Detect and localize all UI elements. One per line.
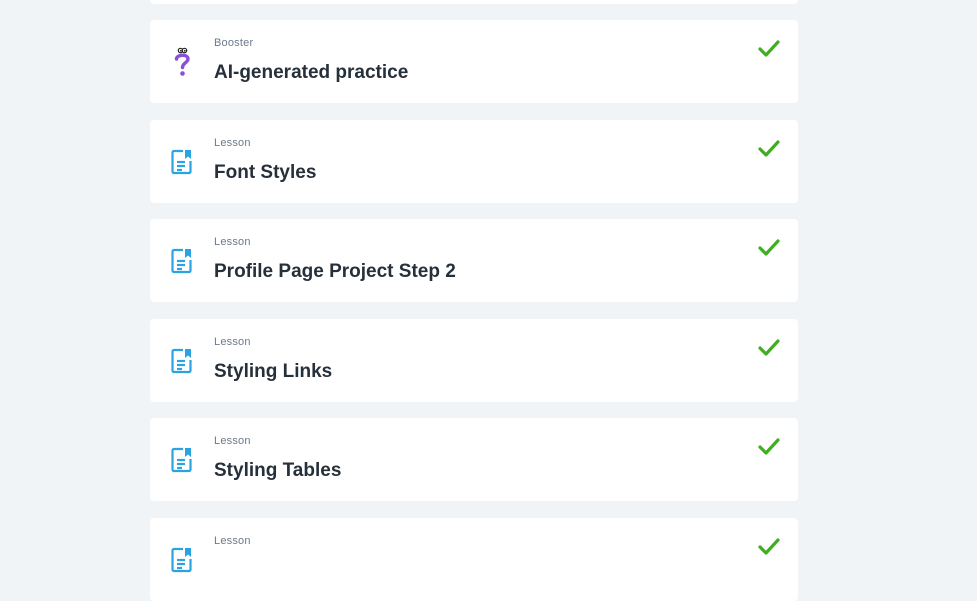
item-type-label: Lesson <box>214 535 251 547</box>
checkmark-icon <box>757 437 781 457</box>
checkmark-icon <box>757 537 781 557</box>
list-item-styling-tables[interactable]: Lesson Styling Tables <box>150 418 798 501</box>
lesson-document-icon <box>170 544 194 576</box>
lesson-document-icon <box>170 345 194 377</box>
list-item-ai-generated-practice[interactable]: Booster AI-generated practice <box>150 20 798 103</box>
item-title: Styling Tables <box>214 460 342 481</box>
checkmark-icon <box>757 238 781 258</box>
lesson-document-icon <box>170 245 194 277</box>
lesson-document-icon <box>170 146 194 178</box>
item-title: Profile Page Project Step 2 <box>214 261 456 282</box>
item-type-label: Lesson <box>214 435 251 447</box>
list-item-partial-bottom[interactable]: Lesson <box>150 518 798 601</box>
booster-question-icon <box>170 46 194 78</box>
list-item-partial-top[interactable] <box>150 0 798 4</box>
checkmark-icon <box>757 338 781 358</box>
item-type-label: Lesson <box>214 336 251 348</box>
item-title: Styling Links <box>214 361 333 382</box>
checkmark-icon <box>757 39 781 59</box>
item-type-label: Booster <box>214 37 254 49</box>
lesson-document-icon <box>170 444 194 476</box>
list-item-font-styles[interactable]: Lesson Font Styles <box>150 120 798 203</box>
item-title: Font Styles <box>214 162 317 183</box>
item-title: AI-generated practice <box>214 62 409 83</box>
list-item-profile-page-project-step-2[interactable]: Lesson Profile Page Project Step 2 <box>150 219 798 302</box>
list-item-styling-links[interactable]: Lesson Styling Links <box>150 319 798 402</box>
item-type-label: Lesson <box>214 236 251 248</box>
item-type-label: Lesson <box>214 137 251 149</box>
checkmark-icon <box>757 139 781 159</box>
